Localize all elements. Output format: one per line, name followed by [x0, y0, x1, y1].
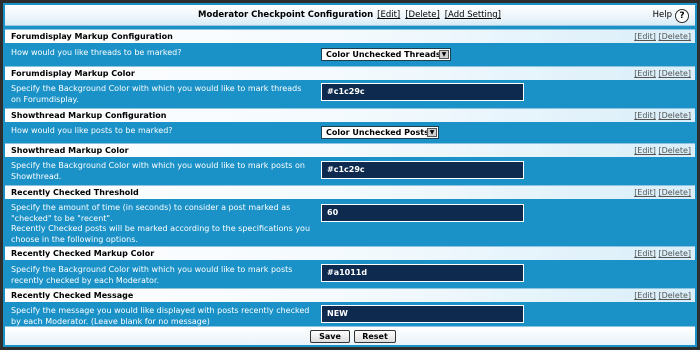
section-delete-link[interactable]: [Delete]	[658, 69, 691, 78]
setting-description: Specify the Background Color with which …	[11, 84, 302, 104]
selected-option: Color Unchecked Threads	[326, 50, 441, 59]
save-button[interactable]: Save	[310, 330, 350, 343]
settings-window: Moderator Checkpoint Configuration [Edit…	[0, 0, 700, 350]
setting-row-showthread-markup-color: Specify the Background Color with which …	[5, 158, 695, 184]
recently-checked-color-input[interactable]: #a1011d	[321, 264, 524, 282]
section-header-forumdisplay-markup-color: Forumdisplay Markup Color [Edit] [Delete…	[5, 66, 695, 80]
section-actions: [Edit] [Delete]	[634, 30, 691, 43]
add-setting-link[interactable]: [Add Setting]	[445, 10, 501, 20]
forumdisplay-color-input[interactable]: #c1c29c	[321, 83, 524, 101]
section-actions: [Edit] [Delete]	[634, 289, 691, 302]
section-delete-link[interactable]: [Delete]	[658, 291, 691, 300]
setting-description-detail: Recently Checked posts will be marked ac…	[11, 224, 311, 244]
help-button[interactable]: Help ?	[653, 8, 689, 23]
section-edit-link[interactable]: [Edit]	[634, 249, 656, 258]
section-edit-link[interactable]: [Edit]	[634, 188, 656, 197]
setting-description: Specify the Background Color with which …	[11, 265, 293, 285]
section-edit-link[interactable]: [Edit]	[634, 111, 656, 120]
setting-description: Specify the amount of time (in seconds) …	[11, 203, 291, 223]
form-footer: Save Reset	[5, 326, 695, 345]
section-title: Showthread Markup Configuration	[11, 111, 167, 120]
section-delete-link[interactable]: [Delete]	[658, 32, 691, 41]
section-title: Recently Checked Message	[11, 291, 134, 300]
chevron-down-icon[interactable]: ▼	[427, 128, 437, 137]
section-title: Recently Checked Markup Color	[11, 249, 155, 258]
section-header-forumdisplay-markup-configuration: Forumdisplay Markup Configuration [Edit]…	[5, 29, 695, 43]
setting-description: How would you like threads to be marked?	[11, 48, 182, 57]
section-actions: [Edit] [Delete]	[634, 144, 691, 157]
section-title: Recently Checked Threshold	[11, 188, 139, 197]
threshold-seconds-input[interactable]: 60	[321, 204, 524, 222]
setting-description: How would you like posts to be marked?	[11, 126, 173, 135]
section-edit-link[interactable]: [Edit]	[634, 69, 656, 78]
section-delete-link[interactable]: [Delete]	[658, 188, 691, 197]
setting-description: Specify the Background Color with which …	[11, 161, 305, 181]
setting-row-showthread-markup-configuration: How would you like posts to be marked? C…	[5, 123, 695, 143]
section-header-showthread-markup-color: Showthread Markup Color [Edit] [Delete]	[5, 143, 695, 157]
title-edit-link[interactable]: [Edit]	[377, 10, 400, 20]
section-actions: [Edit] [Delete]	[634, 109, 691, 122]
section-delete-link[interactable]: [Delete]	[658, 146, 691, 155]
section-actions: [Edit] [Delete]	[634, 247, 691, 260]
section-header-recently-checked-threshold: Recently Checked Threshold [Edit] [Delet…	[5, 185, 695, 199]
title-bar: Moderator Checkpoint Configuration [Edit…	[5, 5, 695, 26]
post-markup-select[interactable]: Color Unchecked Posts ▼	[321, 126, 439, 139]
setting-description: Specify the message you would like displ…	[11, 306, 310, 326]
section-edit-link[interactable]: [Edit]	[634, 291, 656, 300]
section-title: Showthread Markup Color	[11, 146, 129, 155]
selected-option: Color Unchecked Posts	[326, 128, 429, 137]
section-actions: [Edit] [Delete]	[634, 67, 691, 80]
page-title: Moderator Checkpoint Configuration	[198, 10, 374, 20]
help-label: Help	[652, 10, 672, 20]
setting-row-recently-checked-threshold: Specify the amount of time (in seconds) …	[5, 200, 695, 246]
chevron-down-icon[interactable]: ▼	[439, 50, 449, 59]
section-edit-link[interactable]: [Edit]	[634, 146, 656, 155]
section-delete-link[interactable]: [Delete]	[658, 249, 691, 258]
reset-button[interactable]: Reset	[354, 330, 396, 343]
section-edit-link[interactable]: [Edit]	[634, 32, 656, 41]
setting-row-recently-checked-markup-color: Specify the Background Color with which …	[5, 261, 695, 288]
section-header-showthread-markup-configuration: Showthread Markup Configuration [Edit] […	[5, 108, 695, 122]
help-icon[interactable]: ?	[675, 8, 689, 23]
recently-checked-message-input[interactable]: NEW	[321, 305, 524, 323]
showthread-color-input[interactable]: #c1c29c	[321, 161, 524, 179]
section-title: Forumdisplay Markup Configuration	[11, 32, 173, 41]
settings-panel: Moderator Checkpoint Configuration [Edit…	[5, 5, 695, 345]
section-header-recently-checked-markup-color: Recently Checked Markup Color [Edit] [De…	[5, 246, 695, 260]
title-delete-link[interactable]: [Delete]	[405, 10, 440, 20]
setting-row-forumdisplay-markup-configuration: How would you like threads to be marked?…	[5, 44, 695, 65]
section-title: Forumdisplay Markup Color	[11, 69, 135, 78]
section-delete-link[interactable]: [Delete]	[658, 111, 691, 120]
thread-markup-select[interactable]: Color Unchecked Threads ▼	[321, 48, 451, 61]
setting-row-recently-checked-message: Specify the message you would like displ…	[5, 303, 695, 328]
section-header-recently-checked-message: Recently Checked Message [Edit] [Delete]	[5, 288, 695, 302]
section-actions: [Edit] [Delete]	[634, 186, 691, 199]
setting-row-forumdisplay-markup-color: Specify the Background Color with which …	[5, 81, 695, 108]
